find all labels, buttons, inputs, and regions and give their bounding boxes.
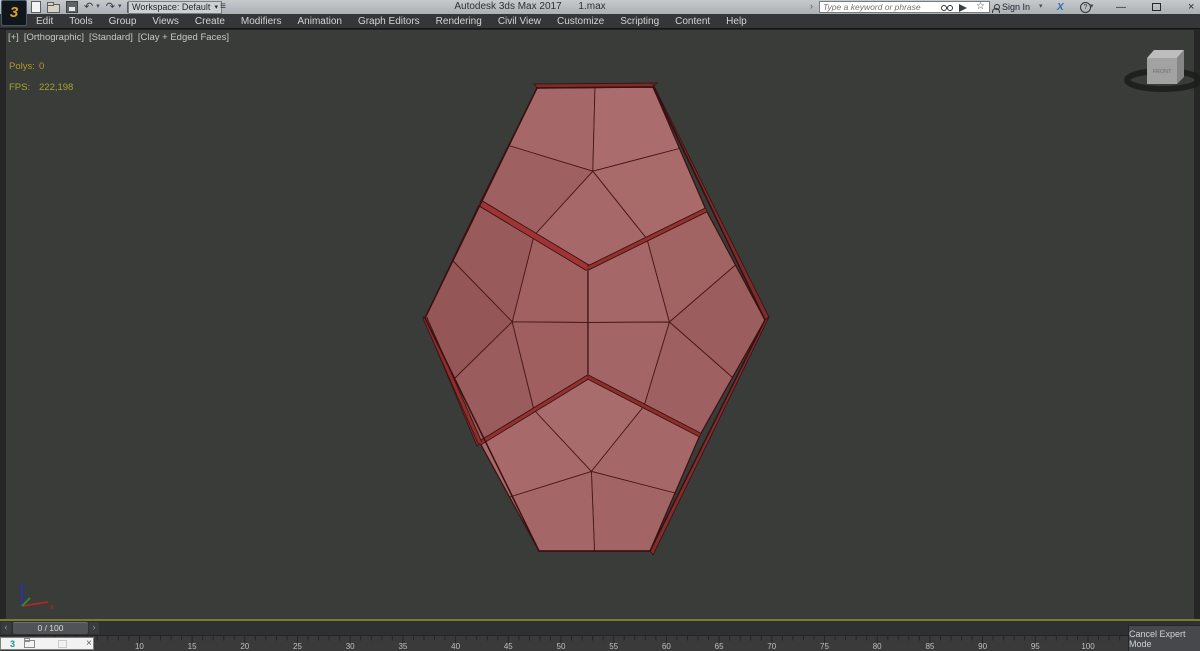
- cancel-expert-mode-button[interactable]: Cancel Expert Mode: [1128, 625, 1200, 651]
- fps-value: 222,198: [39, 82, 74, 93]
- open-file-icon[interactable]: [47, 2, 60, 13]
- workspace-menu-icon[interactable]: ≡: [220, 1, 226, 13]
- close-icon[interactable]: ×: [86, 638, 92, 649]
- close-button[interactable]: ×: [1188, 1, 1194, 13]
- document-name: 1.max: [578, 1, 606, 12]
- viewport[interactable]: [0, 30, 1200, 619]
- menu-item-civil-view[interactable]: Civil View: [490, 14, 549, 29]
- app-logo[interactable]: 3: [1, 0, 27, 26]
- help-dropdown-icon[interactable]: ▾: [1090, 1, 1094, 13]
- background-window[interactable]: 3 ×: [0, 637, 94, 650]
- new-document-icon[interactable]: [31, 1, 41, 13]
- fps-label: FPS:: [9, 82, 31, 93]
- minimize-button[interactable]: —: [1116, 1, 1126, 13]
- menu-item-views[interactable]: Views: [144, 14, 187, 29]
- toolbar-overflow-icon[interactable]: ›: [810, 1, 813, 11]
- menu-bar: Edit Tools Group Views Create Modifiers Animat…: [0, 14, 1200, 29]
- quick-access-toolbar: ↶ ▾ ↷ ▾: [31, 1, 142, 16]
- track-bar[interactable]: 0510152025303540455055606570758085909510…: [0, 635, 1200, 651]
- window-title: Autodesk 3ds Max 2017 1.max: [380, 1, 680, 12]
- menu-item-customize[interactable]: Customize: [549, 14, 612, 29]
- menu-item-scripting[interactable]: Scripting: [612, 14, 667, 29]
- viewport-statistics: Polys: 0 FPS: 222,198: [9, 61, 73, 103]
- favorites-star-icon[interactable]: ☆: [976, 1, 985, 13]
- menu-item-rendering[interactable]: Rendering: [428, 14, 490, 29]
- viewport-shading-label[interactable]: [Clay + Edged Faces]: [138, 32, 229, 43]
- polys-label: Polys:: [9, 61, 35, 72]
- viewport-standard-label[interactable]: [Standard]: [89, 32, 133, 43]
- menu-item-animation[interactable]: Animation: [289, 14, 349, 29]
- menu-item-tools[interactable]: Tools: [61, 14, 100, 29]
- viewport-label: [+] [Orthographic] [Standard] [Clay + Edged…: [8, 32, 229, 43]
- redo-icon[interactable]: ↷: [106, 1, 115, 13]
- polys-value: 0: [39, 61, 45, 72]
- menu-item-modifiers[interactable]: Modifiers: [233, 14, 290, 29]
- workspace-label: Workspace: Default: [132, 2, 211, 12]
- menu-item-content[interactable]: Content: [667, 14, 718, 29]
- search-icon[interactable]: [941, 1, 953, 13]
- menu-item-help[interactable]: Help: [718, 14, 755, 29]
- viewport-pov-label[interactable]: [Orthographic]: [24, 32, 84, 43]
- undo-dropdown-icon[interactable]: ▾: [96, 1, 100, 13]
- background-app-icon: 3: [10, 638, 16, 649]
- user-icon[interactable]: [992, 1, 1000, 13]
- viewport-frame-right: [1194, 30, 1200, 619]
- next-frame-button[interactable]: ›: [89, 622, 99, 634]
- redo-dropdown-icon[interactable]: ▾: [118, 1, 122, 13]
- app-title: Autodesk 3ds Max 2017: [454, 1, 562, 12]
- sign-in-dropdown-icon[interactable]: ▾: [1039, 1, 1043, 13]
- share-icon[interactable]: [959, 1, 967, 13]
- restore-icon[interactable]: [58, 639, 68, 648]
- restore-button[interactable]: [1152, 1, 1161, 13]
- workspace-dropdown[interactable]: Workspace: Default ▾: [128, 1, 222, 14]
- viewport-menu[interactable]: [+]: [8, 32, 19, 43]
- menu-item-create[interactable]: Create: [187, 14, 233, 29]
- undo-icon[interactable]: ↶: [84, 1, 93, 13]
- time-slider-handle[interactable]: 0 / 100: [13, 622, 88, 634]
- folder-icon[interactable]: [24, 637, 36, 648]
- workspace-caret-icon: ▾: [214, 4, 218, 11]
- time-slider-track[interactable]: ‹ 0 / 100 ›: [0, 621, 1200, 635]
- exchange-store-icon[interactable]: X: [1057, 1, 1064, 13]
- previous-frame-button[interactable]: ‹: [1, 622, 11, 634]
- save-icon[interactable]: [66, 1, 78, 13]
- menu-item-group[interactable]: Group: [101, 14, 145, 29]
- viewport-frame-left: [0, 30, 6, 619]
- sign-in-button[interactable]: Sign In: [1002, 1, 1030, 13]
- menu-item-edit[interactable]: Edit: [28, 14, 61, 29]
- menu-item-graph-editors[interactable]: Graph Editors: [350, 14, 428, 29]
